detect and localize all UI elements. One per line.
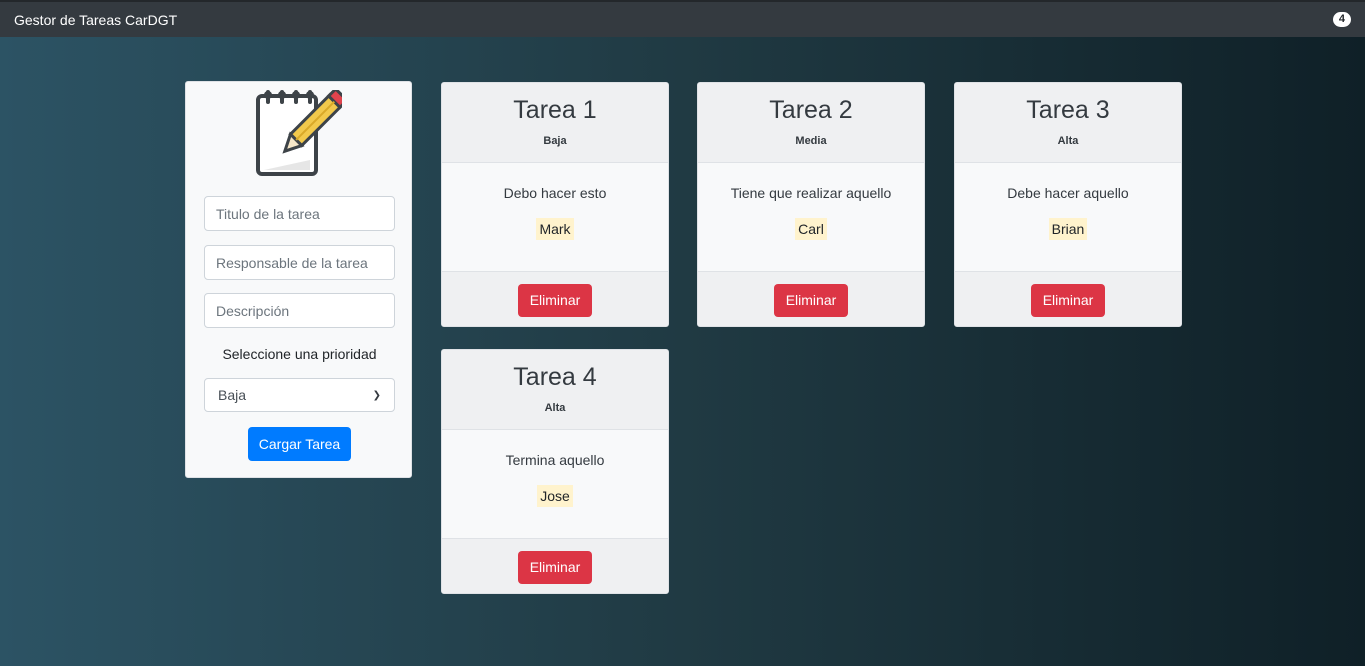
task-title: Tarea 4	[513, 363, 597, 391]
task-title: Tarea 1	[513, 96, 597, 124]
task-card-body: Debe hacer aquello Brian	[955, 163, 1181, 271]
task-card-footer: Eliminar	[955, 271, 1181, 326]
delete-task-button[interactable]: Eliminar	[774, 283, 848, 317]
task-card-header: Tarea 3 Alta	[955, 83, 1181, 163]
task-responsible: Carl	[795, 218, 827, 240]
notepad-pencil-icon	[256, 90, 342, 176]
task-priority: Alta	[544, 402, 566, 414]
chevron-down-icon: ❯	[372, 389, 381, 401]
task-priority: Baja	[543, 135, 567, 147]
task-card-header: Tarea 1 Baja	[442, 83, 668, 163]
task-form-card: Seleccione una prioridad Baja ❯ Cargar T…	[185, 81, 412, 478]
task-card: Tarea 3 Alta Debe hacer aquello Brian El…	[954, 82, 1182, 327]
task-card-footer: Eliminar	[442, 538, 668, 593]
task-card: Tarea 1 Baja Debo hacer esto Mark Elimin…	[441, 82, 669, 327]
priority-selected-value: Baja	[218, 387, 247, 403]
priority-select[interactable]: Baja ❯	[204, 378, 395, 412]
task-card-header: Tarea 2 Media	[698, 83, 924, 163]
navbar: Gestor de Tareas CarDGT 4	[0, 0, 1365, 37]
delete-task-button[interactable]: Eliminar	[518, 283, 592, 317]
task-card-footer: Eliminar	[442, 271, 668, 326]
task-card-footer: Eliminar	[698, 271, 924, 326]
task-priority: Media	[795, 135, 827, 147]
task-responsible: Mark	[536, 218, 574, 240]
task-title: Tarea 2	[769, 96, 853, 124]
priority-label: Seleccione una prioridad	[222, 346, 377, 362]
task-description-input[interactable]	[204, 293, 395, 328]
task-description: Debo hacer esto	[503, 185, 607, 201]
task-card: Tarea 4 Alta Termina aquello Jose Elimin…	[441, 349, 669, 594]
task-title-input[interactable]	[204, 196, 395, 231]
navbar-brand[interactable]: Gestor de Tareas CarDGT	[14, 12, 177, 28]
task-priority: Alta	[1057, 135, 1079, 147]
task-description: Termina aquello	[505, 452, 605, 468]
delete-task-button[interactable]: Eliminar	[518, 550, 592, 584]
delete-task-button[interactable]: Eliminar	[1031, 283, 1105, 317]
task-count-badge: 4	[1332, 12, 1351, 27]
task-title: Tarea 3	[1026, 96, 1110, 124]
task-card: Tarea 2 Media Tiene que realizar aquello…	[697, 82, 925, 327]
task-responsible: Jose	[537, 485, 573, 507]
task-responsible-input[interactable]	[204, 245, 395, 280]
task-card-header: Tarea 4 Alta	[442, 350, 668, 430]
task-card-body: Debo hacer esto Mark	[442, 163, 668, 271]
task-description: Tiene que realizar aquello	[730, 185, 892, 201]
task-card-body: Termina aquello Jose	[442, 430, 668, 538]
task-description: Debe hacer aquello	[1007, 185, 1129, 201]
task-responsible: Brian	[1048, 218, 1088, 240]
submit-task-button[interactable]: Cargar Tarea	[248, 427, 351, 461]
task-card-body: Tiene que realizar aquello Carl	[698, 163, 924, 271]
